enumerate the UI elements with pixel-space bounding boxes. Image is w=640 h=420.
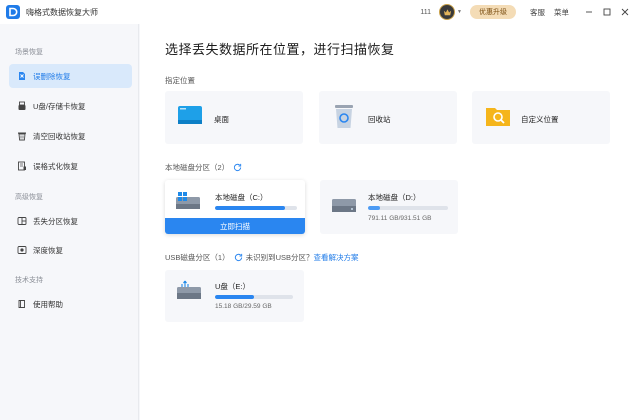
location-card-recycle-bin[interactable]: 回收站 xyxy=(319,91,457,144)
main-panel: 选择丢失数据所在位置，进行扫描恢复 指定位置 桌面 回收站 自定义位置 本地磁盘… xyxy=(140,24,640,420)
sidebar-section-title: 场景恢复 xyxy=(15,49,43,56)
menu-link[interactable]: 菜单 xyxy=(554,7,569,18)
sidebar-item-label: 误删除恢复 xyxy=(33,71,71,81)
sidebar-item-label: U盘/存储卡恢复 xyxy=(33,101,86,111)
usb-drive-icon xyxy=(177,280,201,302)
usb-disks-section-title: USB磁盘分区 （1） 未识别到USB分区？ 查看解决方案 xyxy=(165,252,359,263)
sidebar-item-label: 误格式化恢复 xyxy=(33,161,78,171)
usb-hint: 未识别到USB分区？ xyxy=(245,253,314,262)
disk-usage-fill xyxy=(368,206,380,210)
location-card-custom[interactable]: 自定义位置 xyxy=(472,91,610,144)
usb-drive-icon xyxy=(17,101,27,111)
sidebar-item-partition-recovery[interactable]: 丢失分区恢复 xyxy=(9,209,132,233)
local-disks-label: 本地磁盘分区 xyxy=(165,163,210,172)
disk-usage-bar xyxy=(368,206,448,210)
location-label: 自定义位置 xyxy=(521,115,559,124)
hard-drive-icon xyxy=(332,199,356,215)
sidebar: 场景恢复 误删除恢复 U盘/存储卡恢复 清空回收站恢复 误格式化恢复 高级恢复 … xyxy=(0,24,139,420)
sidebar-section-title: 技术支持 xyxy=(15,277,43,284)
disk-name: U盘（E:） xyxy=(215,282,251,291)
disk-size: 15.18 GB/29.59 GB xyxy=(215,303,272,310)
usb-disks-label: USB磁盘分区 xyxy=(165,253,211,262)
location-label: 桌面 xyxy=(214,115,229,124)
disk-usage-fill xyxy=(215,206,285,210)
disk-usage-fill xyxy=(215,295,254,299)
refresh-icon[interactable] xyxy=(233,163,242,172)
search-folder-icon xyxy=(486,106,510,128)
file-delete-icon xyxy=(17,71,27,81)
vip-badge-icon[interactable] xyxy=(439,4,456,20)
sidebar-item-deep-recovery[interactable]: 深度恢复 xyxy=(9,238,132,262)
locations-label: 指定位置 xyxy=(165,76,195,85)
locations-section-title: 指定位置 xyxy=(165,75,195,86)
sidebar-item-label: 丢失分区恢复 xyxy=(33,216,78,226)
disk-usage-bar xyxy=(215,206,297,210)
refresh-icon[interactable] xyxy=(234,253,243,262)
maximize-icon[interactable] xyxy=(600,5,614,19)
disk-name: 本地磁盘（D:） xyxy=(368,193,421,202)
app-logo-icon xyxy=(6,5,20,19)
page-title: 选择丢失数据所在位置，进行扫描恢复 xyxy=(165,42,395,57)
user-id[interactable]: 111 xyxy=(420,9,431,16)
upgrade-button[interactable]: 优惠升级 xyxy=(470,5,516,19)
disk-card-c[interactable]: 本地磁盘（C:） 立即扫描 xyxy=(165,180,305,234)
desktop-folder-icon xyxy=(178,106,202,128)
sidebar-item-help[interactable]: 使用帮助 xyxy=(9,292,132,316)
usb-help-link[interactable]: 查看解决方案 xyxy=(314,252,359,263)
sidebar-item-format-recovery[interactable]: 误格式化恢复 xyxy=(9,154,132,178)
recycle-bin-icon xyxy=(334,103,354,131)
format-icon xyxy=(17,161,27,171)
sidebar-item-recycle-recovery[interactable]: 清空回收站恢复 xyxy=(9,124,132,148)
disk-card-d[interactable]: 本地磁盘（D:） 791.11 GB/931.51 GB xyxy=(320,180,458,234)
chevron-down-icon[interactable]: ▼ xyxy=(457,9,462,15)
disk-usage-bar xyxy=(215,295,293,299)
close-icon[interactable] xyxy=(618,5,632,19)
disk-size: 791.11 GB/931.51 GB xyxy=(368,215,432,222)
recycle-bin-icon xyxy=(17,131,27,141)
location-card-desktop[interactable]: 桌面 xyxy=(165,91,303,144)
local-disks-count: （2） xyxy=(210,163,230,172)
sidebar-item-deleted-recovery[interactable]: 误删除恢复 xyxy=(9,64,132,88)
location-label: 回收站 xyxy=(368,115,391,124)
minimize-icon[interactable] xyxy=(582,5,596,19)
partition-icon xyxy=(17,216,27,226)
disk-name: 本地磁盘（C:） xyxy=(215,193,268,202)
scan-now-button[interactable]: 立即扫描 xyxy=(165,218,305,234)
customer-service-link[interactable]: 客服 xyxy=(530,7,545,18)
usb-disk-card-e[interactable]: U盘（E:） 15.18 GB/29.59 GB xyxy=(165,270,304,322)
sidebar-item-label: 使用帮助 xyxy=(33,299,63,309)
sidebar-section-title: 高级恢复 xyxy=(15,194,43,201)
windows-drive-icon xyxy=(176,192,200,212)
sidebar-item-usb-recovery[interactable]: U盘/存储卡恢复 xyxy=(9,94,132,118)
local-disks-section-title: 本地磁盘分区 （2） xyxy=(165,162,242,173)
sidebar-item-label: 清空回收站恢复 xyxy=(33,131,86,141)
usb-disks-count: （1） xyxy=(210,253,230,262)
sidebar-item-label: 深度恢复 xyxy=(33,245,63,255)
help-book-icon xyxy=(17,299,27,309)
title-bar: 嗨格式数据恢复大师 111 ▼ 优惠升级 客服 菜单 xyxy=(0,0,640,24)
app-title: 嗨格式数据恢复大师 xyxy=(26,7,98,17)
deep-scan-icon xyxy=(17,245,27,255)
